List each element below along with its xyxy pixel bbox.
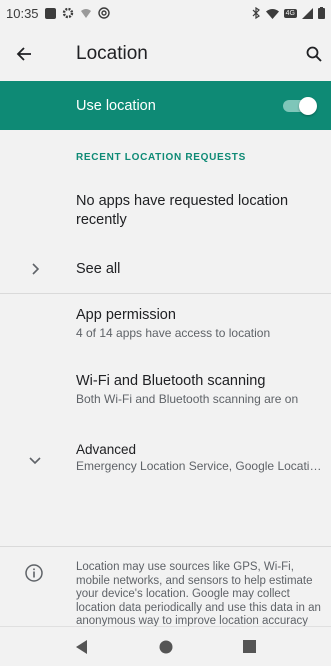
- network-type-badge: 4G: [283, 8, 297, 18]
- search-button[interactable]: [303, 43, 325, 65]
- back-arrow-icon: [16, 46, 31, 61]
- see-all-row[interactable]: See all: [0, 250, 331, 290]
- wifi-off-notification-icon: [80, 9, 91, 18]
- advanced-subtitle: Emergency Location Service, Google Locat…: [76, 459, 323, 473]
- wifi-icon: [265, 8, 279, 19]
- nav-home-icon: [159, 640, 172, 653]
- toggle-thumb: [299, 97, 317, 115]
- system-icons: 4G: [252, 7, 325, 19]
- notification-icons: [44, 7, 110, 19]
- divider: [0, 293, 331, 294]
- see-all-label: See all: [76, 261, 121, 277]
- status-bar: 10:35 4G: [0, 0, 331, 26]
- divider: [0, 546, 331, 547]
- app-permission-row[interactable]: App permission 4 of 14 apps have access …: [0, 302, 331, 354]
- chevron-down-icon: [29, 457, 41, 465]
- chevron-right-icon: [32, 263, 40, 275]
- use-location-row[interactable]: Use location: [0, 81, 331, 130]
- info-icon: [25, 564, 43, 582]
- advanced-row[interactable]: Advanced Emergency Location Service, Goo…: [0, 432, 331, 488]
- app-bar: Location: [0, 26, 331, 81]
- app-permission-subtitle: 4 of 14 apps have access to location: [76, 326, 271, 340]
- settings-notification-icon: [62, 7, 73, 19]
- status-time: 10:35: [6, 5, 39, 21]
- navigation-bar: [0, 626, 331, 666]
- nav-back-button[interactable]: [74, 639, 90, 655]
- scanning-title: Wi-Fi and Bluetooth scanning: [76, 373, 266, 389]
- nav-recents-icon: [243, 640, 256, 653]
- use-location-toggle[interactable]: [283, 97, 319, 115]
- search-icon: [306, 46, 322, 62]
- advanced-title: Advanced: [76, 442, 137, 457]
- at-notification-icon: [97, 7, 110, 19]
- nav-home-button[interactable]: [158, 639, 174, 655]
- back-button[interactable]: [12, 42, 36, 66]
- nav-back-icon: [75, 639, 87, 654]
- wifi-bluetooth-scanning-row[interactable]: Wi-Fi and Bluetooth scanning Both Wi-Fi …: [0, 368, 331, 420]
- app-permission-title: App permission: [76, 307, 176, 323]
- nav-recents-button[interactable]: [242, 639, 258, 655]
- bluetooth-icon: [252, 7, 260, 19]
- battery-icon: [318, 7, 325, 19]
- image-notification-icon: [44, 7, 56, 19]
- use-location-label: Use location: [76, 97, 156, 114]
- no-requests-message: No apps have requested location recently: [76, 193, 289, 228]
- page-title: Location: [76, 42, 148, 64]
- scanning-subtitle: Both Wi-Fi and Bluetooth scanning are on: [76, 392, 299, 406]
- signal-icon: [302, 7, 313, 19]
- recent-requests-header: RECENT LOCATION REQUESTS: [76, 152, 246, 163]
- no-requests-item: No apps have requested location recently: [0, 186, 331, 246]
